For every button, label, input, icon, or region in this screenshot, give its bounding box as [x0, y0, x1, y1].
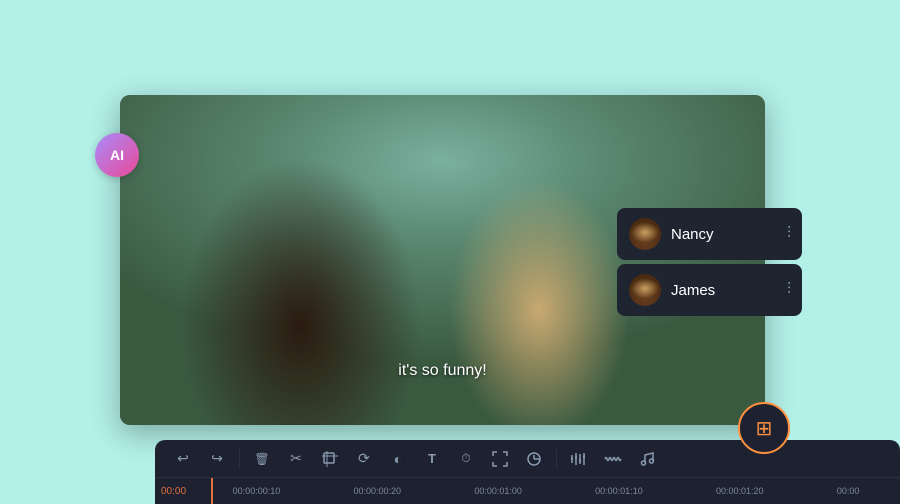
subtitle-text: it's so funny! [398, 362, 486, 380]
ts-4: 00:00:01:10 [595, 486, 643, 496]
ts-5: 00:00:01:20 [716, 486, 764, 496]
speaker-card-nancy[interactable]: Nancy ⫶ [617, 208, 802, 260]
filter-button[interactable] [518, 443, 550, 475]
crop-button[interactable] [314, 443, 346, 475]
ts-6: 00:00 [837, 486, 860, 496]
expand-icon [492, 451, 508, 467]
rotate-button[interactable]: ⟳ [348, 443, 380, 475]
ai-badge-label: AI [110, 147, 124, 163]
speaker-card-james[interactable]: James ⫶ [617, 264, 802, 316]
equalizer-icon [571, 452, 587, 466]
bottom-toolbar-area: ↩ ↪ 🗑 ✂ ⟳ ◐ T ⏱ [155, 440, 900, 504]
delete-button[interactable]: 🗑 [246, 443, 278, 475]
ts-3: 00:00:01:00 [474, 486, 522, 496]
fab-icon: ⊞ [756, 416, 773, 441]
ts-2: 00:00:00:20 [354, 486, 402, 496]
redo-button[interactable]: ↪ [201, 443, 233, 475]
avatar-nancy [629, 218, 661, 250]
timer-button[interactable]: ⏱ [450, 443, 482, 475]
speaker-cards-container: Nancy ⫶ James ⫶ [617, 208, 802, 316]
fab-edit-button[interactable]: ⊞ [738, 402, 790, 454]
timeline-timestamps: 00:00:00:10 00:00:00:20 00:00:01:00 00:0… [192, 486, 900, 496]
timeline-row[interactable]: 00:00 00:00:00:10 00:00:00:20 00:00:01:0… [155, 478, 900, 504]
ai-badge: AI [95, 133, 139, 177]
music-button[interactable] [631, 443, 663, 475]
equalizer-button[interactable] [563, 443, 595, 475]
avatar-james [629, 274, 661, 306]
expand-button[interactable] [484, 443, 516, 475]
waveform-icon-james: ⫶ [787, 281, 790, 299]
filter-icon [526, 451, 542, 467]
divider-2 [556, 449, 557, 469]
text-button[interactable]: T [416, 443, 448, 475]
undo-button[interactable]: ↩ [167, 443, 199, 475]
divider-1 [239, 449, 240, 469]
speaker-name-nancy: Nancy [671, 226, 777, 243]
waveform-icon-nancy: ⫶ [787, 225, 790, 243]
color-button[interactable]: ◐ [382, 443, 414, 475]
ts-1: 00:00:00:10 [233, 486, 281, 496]
current-time-label: 00:00 [155, 486, 192, 497]
waveform-button[interactable] [597, 443, 629, 475]
timeline-playhead [211, 478, 213, 504]
waveform-icon [604, 452, 622, 466]
toolbar-row: ↩ ↪ 🗑 ✂ ⟳ ◐ T ⏱ [155, 440, 900, 478]
music-icon [639, 451, 655, 467]
speaker-name-james: James [671, 282, 777, 299]
crop-icon [322, 451, 338, 467]
cut-button[interactable]: ✂ [280, 443, 312, 475]
